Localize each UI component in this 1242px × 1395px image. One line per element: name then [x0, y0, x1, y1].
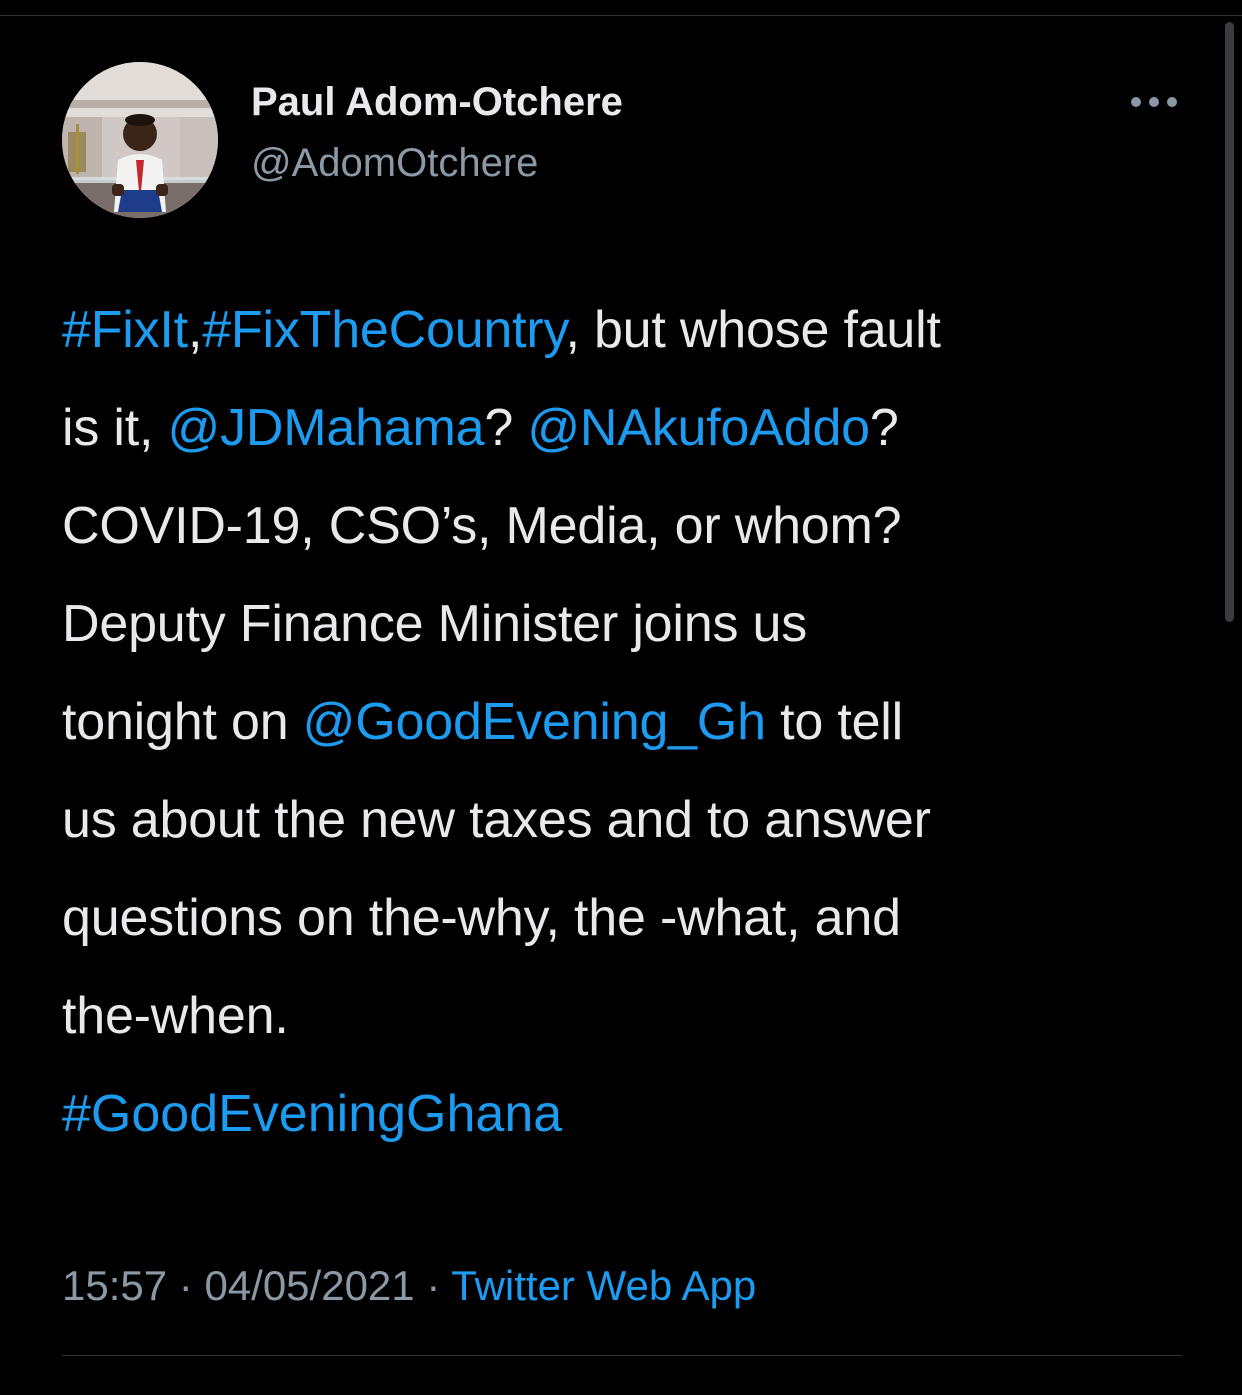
meta-separator: ·: [414, 1262, 452, 1309]
bottom-divider: [62, 1355, 1182, 1356]
tweet-line: Deputy Finance Minister joins us: [62, 595, 808, 653]
tweet-text-segment: ?: [484, 399, 528, 457]
tweet-time[interactable]: 15:57: [62, 1262, 167, 1309]
tweet-metadata: 15:57 · 04/05/2021 · Twitter Web App: [62, 1262, 756, 1310]
mention-jdmahama-link[interactable]: @JDMahama: [168, 399, 485, 457]
tweet-line: the-when.: [62, 987, 289, 1045]
tweet-line: questions on the-why, the -what, and: [62, 889, 901, 947]
hashtag-goodeveningghana-link[interactable]: #GoodEveningGhana: [62, 1084, 562, 1144]
mention-nakufoaddo-link[interactable]: @NAkufoAddo: [527, 399, 870, 457]
tweet-text-segment: , but whose fault: [565, 301, 941, 359]
mention-goodevening-gh-link[interactable]: @GoodEvening_Gh: [303, 693, 766, 751]
avatar[interactable]: [62, 62, 218, 218]
tweet-text-segment: tonight on: [62, 693, 303, 751]
tweet-text-segment: ?: [869, 399, 899, 457]
user-handle[interactable]: @AdomOtchere: [251, 141, 538, 186]
more-options-button[interactable]: [1126, 88, 1182, 116]
tweet-line: COVID-19, CSO’s, Media, or whom?: [62, 497, 902, 555]
user-display-name[interactable]: Paul Adom-Otchere: [251, 80, 623, 125]
tweet-date[interactable]: 04/05/2021: [204, 1262, 414, 1309]
profile-photo-icon: [62, 62, 218, 218]
tweet-line: is it, @JDMahama? @NAkufoAddo?: [62, 379, 1187, 477]
tweet-line: us about the new taxes and to answer: [62, 791, 931, 849]
tweet-line: tonight on @GoodEvening_Gh to tell: [62, 673, 1187, 771]
tweet-text: #FixIt,#FixTheCountry, but whose fault i…: [62, 281, 1187, 1065]
tweet-text-segment: ,: [187, 301, 203, 359]
meta-separator: ·: [167, 1262, 205, 1309]
more-dots-icon: [1131, 97, 1177, 107]
hashtag-fixthecountry-link[interactable]: #FixTheCountry: [202, 301, 565, 359]
scrollbar-thumb[interactable]: [1225, 22, 1234, 622]
tweet-line: #FixIt,#FixTheCountry, but whose fault: [62, 281, 1187, 379]
tweet-text-segment: is it,: [62, 399, 168, 457]
tweet-text-segment: to tell: [765, 693, 904, 751]
tweet-source-link[interactable]: Twitter Web App: [451, 1262, 756, 1309]
top-divider: [0, 15, 1242, 16]
hashtag-fixit-link[interactable]: #FixIt: [62, 301, 188, 359]
